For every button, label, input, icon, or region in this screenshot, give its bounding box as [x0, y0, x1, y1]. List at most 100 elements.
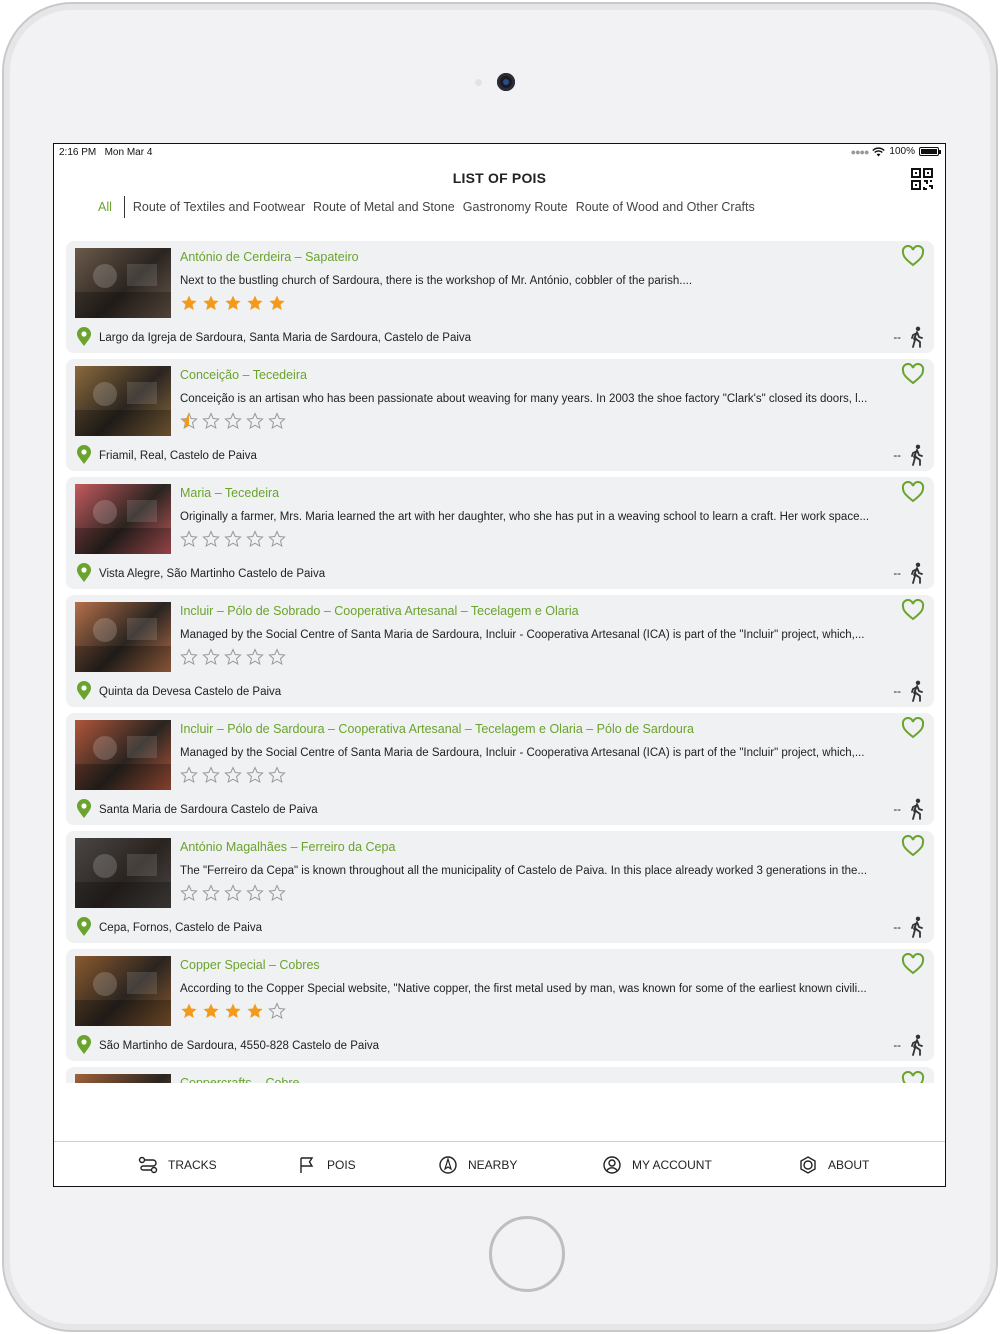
filter-route-3[interactable]: Gastronomy Route: [459, 200, 572, 214]
poi-name[interactable]: António Magalhães – Ferreiro da Cepa: [180, 840, 395, 854]
favorite-heart-icon[interactable]: [901, 835, 925, 857]
star-filled-icon: [246, 294, 264, 312]
star-empty-icon: [246, 884, 264, 902]
favorite-heart-icon[interactable]: [901, 363, 925, 385]
poi-list[interactable]: António de Cerdeira – Sapateiro Next to …: [66, 241, 934, 1083]
filter-divider: [123, 196, 125, 218]
poi-name[interactable]: Maria – Tecedeira: [180, 486, 279, 500]
star-empty-icon: [224, 766, 242, 784]
poi-name[interactable]: Incluir – Pólo de Sardoura – Cooperativa…: [180, 722, 694, 736]
poi-distance: --: [893, 922, 901, 934]
star-half-icon: [180, 412, 198, 430]
nav-my-account[interactable]: MY ACCOUNT: [602, 1155, 712, 1175]
star-filled-icon: [202, 294, 220, 312]
location-pin-icon: [77, 917, 91, 936]
star-empty-icon: [268, 648, 286, 666]
poi-card[interactable]: António de Cerdeira – Sapateiro Next to …: [66, 241, 934, 353]
poi-thumbnail: [75, 366, 171, 436]
star-empty-icon: [180, 648, 198, 666]
poi-card[interactable]: Incluir – Pólo de Sardoura – Cooperativa…: [66, 713, 934, 825]
location-pin-icon: [77, 1035, 91, 1054]
star-filled-icon: [268, 294, 286, 312]
star-empty-icon: [268, 530, 286, 548]
location-pin-icon: [77, 563, 91, 582]
poi-card[interactable]: Copper Special – Cobres According to the…: [66, 949, 934, 1061]
star-filled-icon: [246, 1002, 264, 1020]
star-filled-icon: [224, 294, 242, 312]
wifi-icon: [872, 146, 886, 156]
poi-distance: --: [893, 450, 901, 462]
poi-card[interactable]: Incluir – Pólo de Sobrado – Cooperativa …: [66, 595, 934, 707]
filter-route-2[interactable]: Route of Metal and Stone: [309, 200, 459, 214]
favorite-heart-icon[interactable]: [901, 1071, 925, 1083]
compass-icon: [439, 1156, 457, 1174]
favorite-heart-icon[interactable]: [901, 481, 925, 503]
nav-pois[interactable]: POIS: [297, 1155, 356, 1175]
star-empty-icon: [202, 412, 220, 430]
poi-name[interactable]: Conceição – Tecedeira: [180, 368, 307, 382]
signal-dots-icon: ●●●●: [850, 146, 870, 157]
favorite-heart-icon[interactable]: [901, 953, 925, 975]
nav-label: POIS: [327, 1158, 356, 1172]
poi-rating: [180, 648, 286, 666]
poi-description: Conceição is an artisan who has been pas…: [180, 393, 868, 405]
star-empty-icon: [246, 530, 264, 548]
poi-address: Cepa, Fornos, Castelo de Paiva: [99, 922, 263, 934]
poi-rating: [180, 766, 286, 784]
poi-name[interactable]: António de Cerdeira – Sapateiro: [180, 250, 359, 264]
nav-label: TRACKS: [168, 1158, 217, 1172]
poi-address: Vista Alegre, São Martinho Castelo de Pa…: [99, 568, 326, 580]
poi-distance: --: [893, 568, 901, 580]
star-empty-icon: [180, 884, 198, 902]
page-title: LIST OF POIS: [452, 170, 547, 186]
favorite-heart-icon[interactable]: [901, 245, 925, 267]
front-sensor: [475, 79, 482, 86]
poi-card[interactable]: Conceição – Tecedeira Conceição is an ar…: [66, 359, 934, 471]
filter-all[interactable]: All: [94, 200, 124, 214]
star-empty-icon: [268, 412, 286, 430]
favorite-heart-icon[interactable]: [901, 599, 925, 621]
info-shape-icon: [800, 1156, 816, 1174]
route-icon: [138, 1156, 158, 1174]
poi-rating: [180, 530, 286, 548]
poi-name[interactable]: Copper Special – Cobres: [180, 958, 320, 972]
poi-description: Managed by the Social Centre of Santa Ma…: [180, 629, 865, 641]
poi-address: Quinta da Devesa Castelo de Paiva: [99, 686, 282, 698]
qr-code-icon[interactable]: [911, 168, 933, 190]
star-empty-icon: [202, 648, 220, 666]
location-pin-icon: [77, 799, 91, 818]
home-button[interactable]: [489, 1216, 565, 1292]
favorite-heart-icon[interactable]: [901, 717, 925, 739]
poi-rating: [180, 1002, 286, 1020]
poi-rating: [180, 884, 286, 902]
location-pin-icon: [77, 445, 91, 464]
nav-tracks[interactable]: TRACKS: [138, 1155, 217, 1175]
poi-card[interactable]: Coppercrafts – Cobre --: [66, 1067, 934, 1083]
star-empty-icon: [224, 530, 242, 548]
filter-route-4[interactable]: Route of Wood and Other Crafts: [572, 200, 759, 214]
star-empty-icon: [246, 648, 264, 666]
poi-description: Originally a farmer, Mrs. Maria learned …: [180, 511, 870, 523]
poi-description: Next to the bustling church of Sardoura,…: [180, 275, 693, 287]
walking-person-icon: [911, 1034, 923, 1056]
filter-route-1[interactable]: Route of Textiles and Footwear: [129, 200, 309, 214]
poi-card[interactable]: Maria – Tecedeira Originally a farmer, M…: [66, 477, 934, 589]
poi-thumbnail: [75, 248, 171, 318]
poi-name[interactable]: Coppercrafts – Cobre: [180, 1076, 300, 1083]
star-filled-icon: [180, 294, 198, 312]
app-screen: 2:16 PM Mon Mar 4 ●●●● 100% LIST OF POIS…: [53, 143, 946, 1187]
poi-name[interactable]: Incluir – Pólo de Sobrado – Cooperativa …: [180, 604, 579, 618]
front-camera: [497, 73, 515, 91]
nav-about[interactable]: ABOUT: [798, 1155, 869, 1175]
star-filled-icon: [180, 1002, 198, 1020]
nav-label: NEARBY: [468, 1158, 518, 1172]
poi-card[interactable]: António Magalhães – Ferreiro da Cepa The…: [66, 831, 934, 943]
poi-address: Friamil, Real, Castelo de Paiva: [99, 450, 257, 462]
bottom-navigation: TRACKS POIS NEARBY MY ACCOUNT ABOUT: [54, 1141, 945, 1186]
poi-address: Largo da Igreja de Sardoura, Santa Maria…: [99, 332, 472, 344]
battery-percent: 100%: [889, 146, 915, 157]
user-circle-icon: [603, 1156, 621, 1174]
nav-nearby[interactable]: NEARBY: [438, 1155, 517, 1175]
poi-thumbnail: [75, 602, 171, 672]
poi-thumbnail: [75, 484, 171, 554]
